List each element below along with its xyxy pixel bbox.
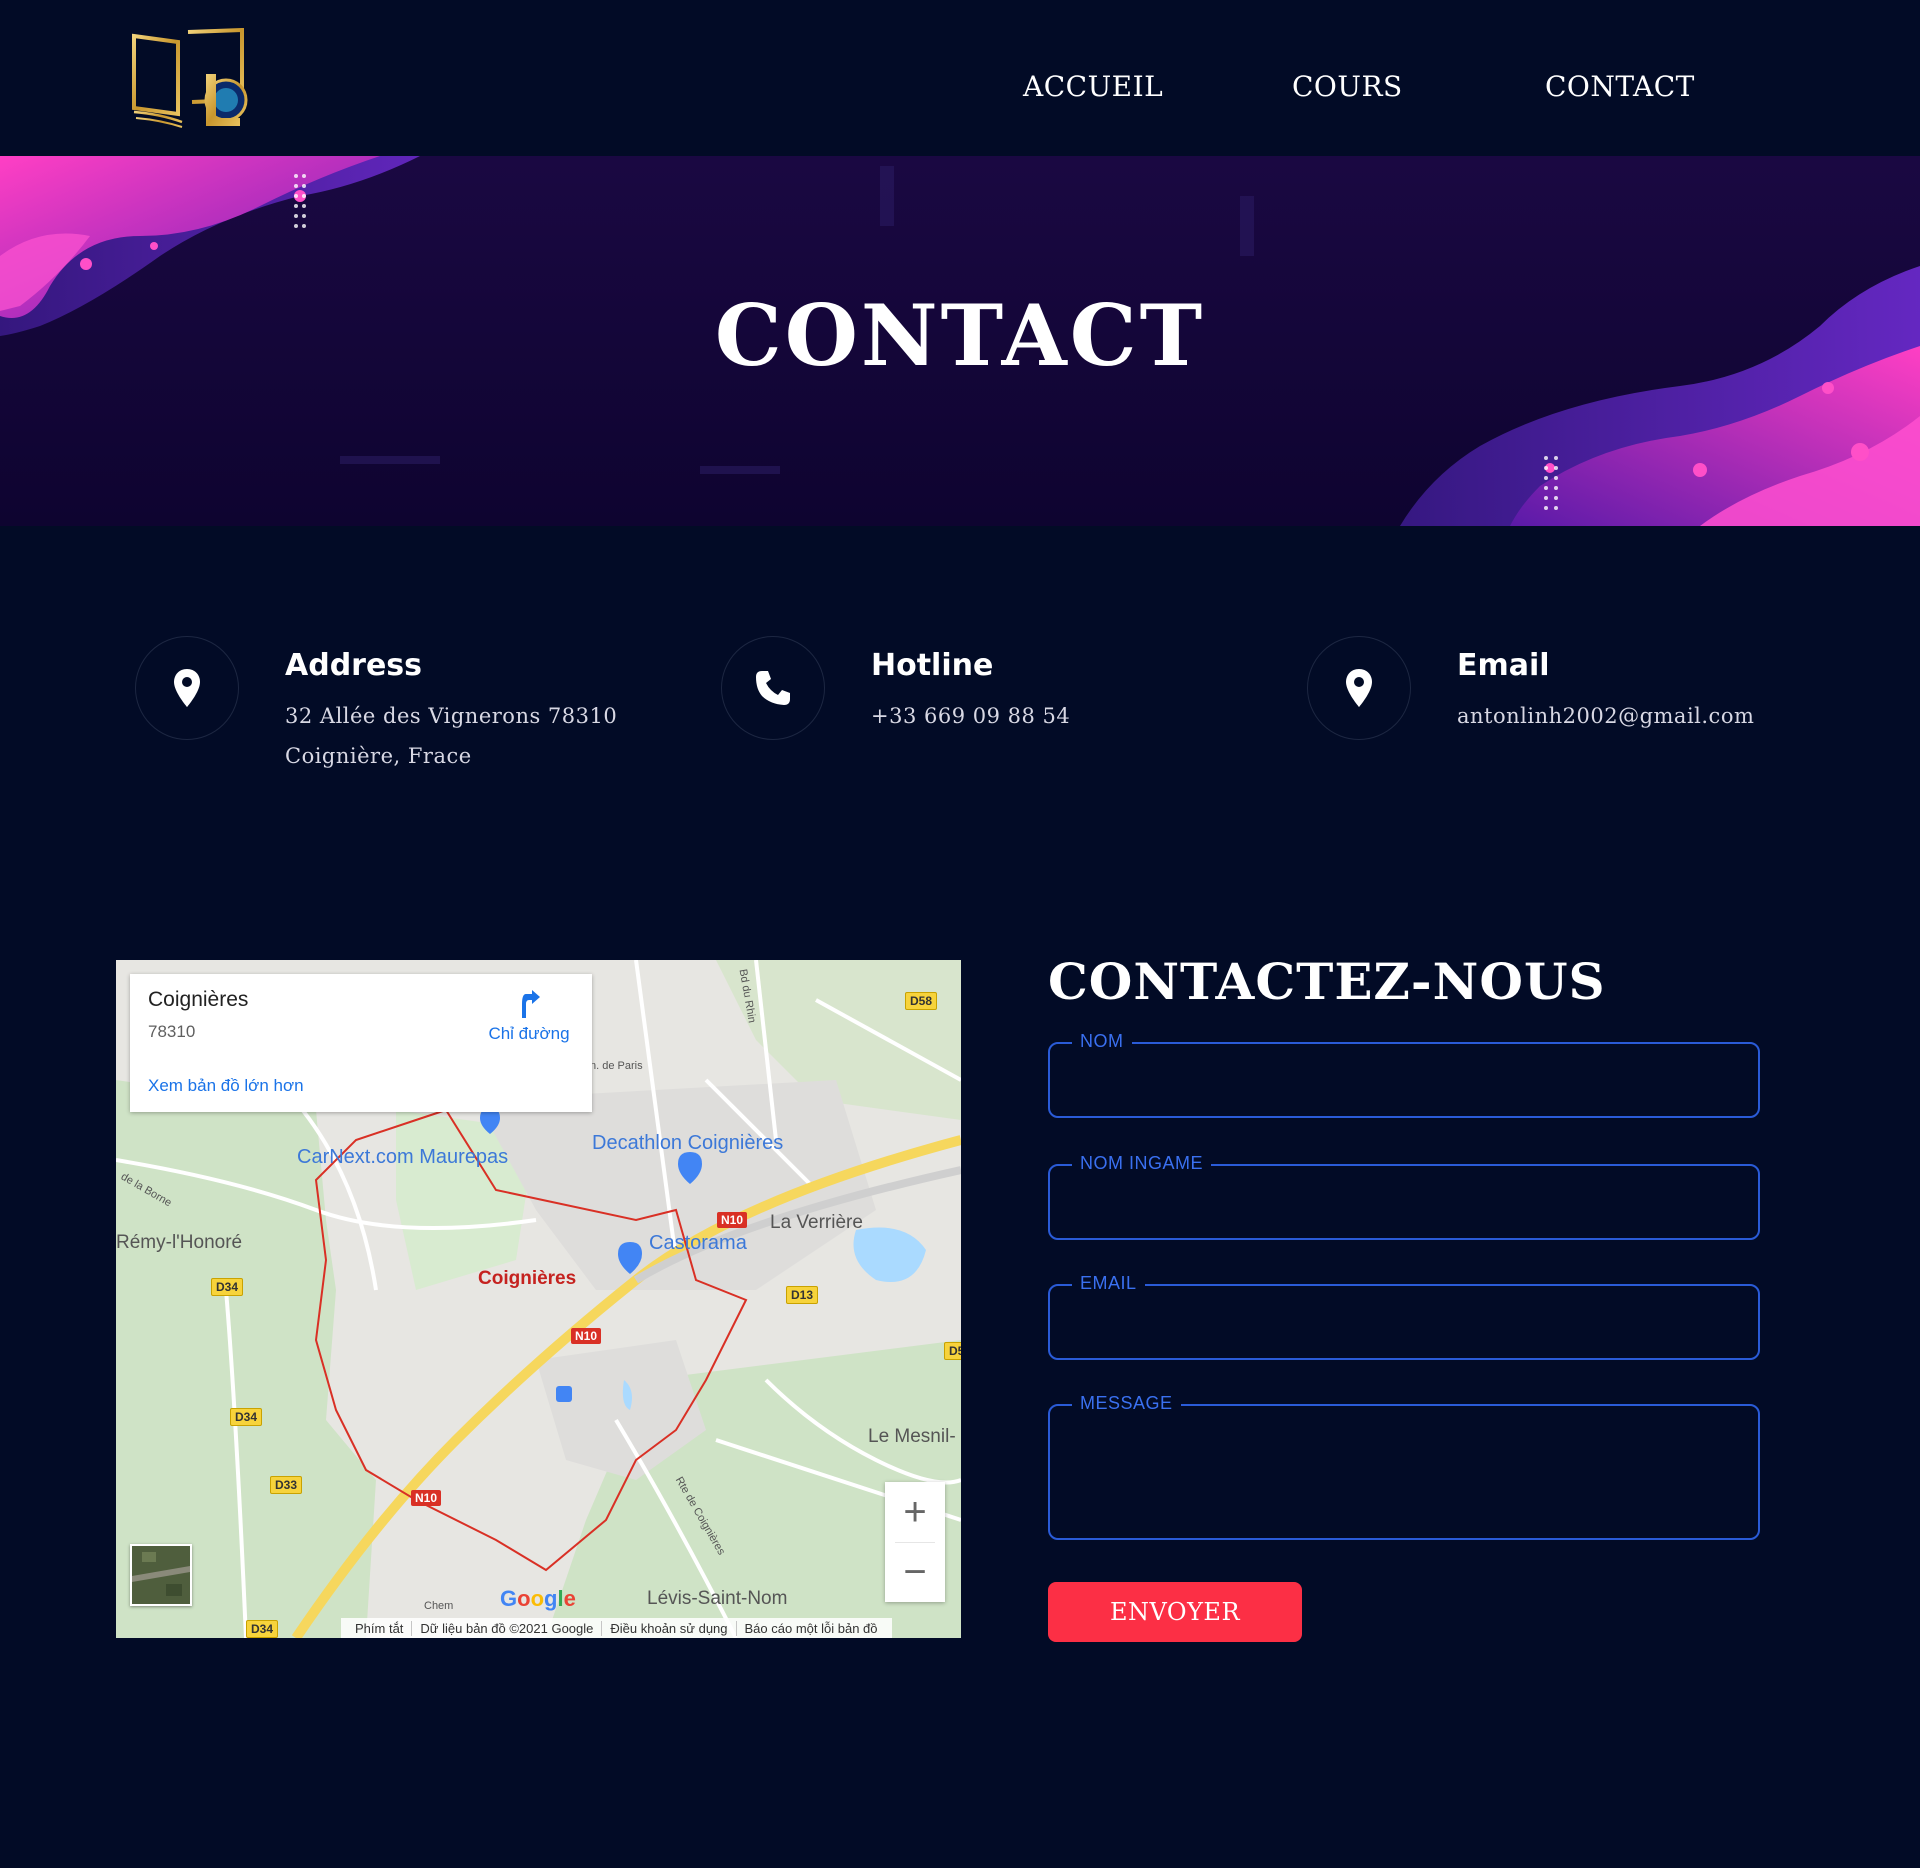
terms-of-use-link[interactable]: Điều khoản sử dụng [601,1620,735,1636]
address-title: Address [285,648,423,683]
keyboard-shortcuts-link[interactable]: Phím tắt [347,1621,411,1636]
nav-contact[interactable]: CONTACT [1545,70,1695,103]
map-place-card: Coignières 78310 Xem bản đồ lớn hơn Chỉ … [130,974,592,1112]
hero-title: CONTACT [714,286,1206,385]
email-field: EMAIL [1048,1273,1760,1360]
road-badge-n10: N10 [717,1212,748,1228]
site-header: ACCUEIL COURS CONTACT [0,0,1920,156]
road-badge-d58: D58 [905,992,938,1010]
address-icon-circle [135,636,239,740]
place-decathlon[interactable]: Decathlon Coignières [592,1132,783,1155]
place-carnext[interactable]: CarNext.com Maurepas [297,1146,508,1169]
nom-ingame-label: NOM INGAME [1072,1153,1212,1174]
road-badge-d13: D13 [786,1286,819,1304]
map-card-title: Coignières [148,988,249,1011]
nav-cours[interactable]: COURS [1292,70,1403,103]
nom-field: NOM [1048,1031,1760,1118]
message-label: MESSAGE [1072,1393,1181,1414]
larger-map-link[interactable]: Xem bản đồ lớn hơn [148,1076,304,1096]
nom-ingame-input[interactable] [1050,1166,1758,1238]
road-badge-d34: D34 [246,1620,279,1638]
road-badge-d34: D34 [211,1278,244,1296]
location-pin-icon [174,669,200,707]
zoom-in-button[interactable]: + [885,1482,945,1542]
nom-input[interactable] [1050,1044,1758,1116]
message-textarea[interactable] [1050,1406,1758,1538]
report-error-link[interactable]: Báo cáo một lỗi bản đồ [735,1620,886,1636]
book-logo-icon[interactable] [130,27,250,128]
email-input[interactable] [1050,1286,1758,1358]
directions-icon [522,990,540,1018]
email-title: Email [1457,648,1550,683]
email-label: EMAIL [1072,1273,1145,1294]
directions-label: Chỉ đường [488,1024,570,1043]
place-castorama[interactable]: Castorama [649,1232,747,1255]
hero-banner: CONTACT [0,156,1920,526]
place-coignieres: Coignières [478,1268,577,1289]
envoyer-button[interactable]: ENVOYER [1048,1582,1302,1642]
hotline-icon-circle [721,636,825,740]
info-hotline: Hotline +33 669 09 88 54 [721,636,1241,786]
phone-icon [756,671,790,705]
hotline-number[interactable]: +33 669 09 88 54 [871,704,1070,728]
place-la-verriere: La Verrière [770,1212,863,1233]
place-remy: Rémy-l'Honoré [116,1232,243,1253]
nom-label: NOM [1072,1031,1132,1052]
map-data-credit: Dữ liệu bản đồ ©2021 Google [411,1620,601,1636]
satellite-thumbnail-icon [132,1546,190,1604]
road-badge-n10: N10 [411,1490,442,1506]
zoom-control: + − [885,1482,945,1602]
place-le-mesnil: Le Mesnil- [868,1426,956,1447]
street-de-paris: n. de Paris [590,1060,643,1072]
road-badge-d34: D34 [230,1408,263,1426]
google-map[interactable]: CarNext.com Maurepas Decathlon Coignière… [116,960,961,1638]
address-line-1: 32 Allée des Vignerons 78310 [285,704,618,728]
street-chem: Chem [424,1600,454,1612]
zoom-out-button[interactable]: − [885,1542,945,1602]
message-field: MESSAGE [1048,1393,1760,1540]
map-attribution: Phím tắt Dữ liệu bản đồ ©2021 Google Điề… [341,1618,892,1638]
hotline-title: Hotline [871,648,994,683]
email-icon-circle [1307,636,1411,740]
road-badge-d33: D33 [270,1476,303,1494]
nav-accueil[interactable]: ACCUEIL [1023,70,1163,103]
nom-ingame-field: NOM INGAME [1048,1153,1760,1240]
directions-button[interactable]: Chỉ đường [478,990,580,1044]
info-email: Email antonlinh2002@gmail.com [1307,636,1827,786]
road-badge-d5: D5 [944,1342,961,1360]
form-title: CONTACTEZ-NOUS [1048,952,1606,1011]
address-line-2: Coignière, Frace [285,744,472,768]
road-badge-n10: N10 [571,1328,602,1344]
location-pin-icon [1346,669,1372,707]
place-levis: Lévis-Saint-Nom [647,1588,788,1609]
satellite-toggle[interactable] [130,1544,192,1606]
email-address[interactable]: antonlinh2002@gmail.com [1457,704,1754,728]
map-card-postcode: 78310 [148,1022,196,1041]
google-logo: Google [500,1586,576,1611]
info-address: Address 32 Allée des Vignerons 78310 Coi… [135,636,655,786]
